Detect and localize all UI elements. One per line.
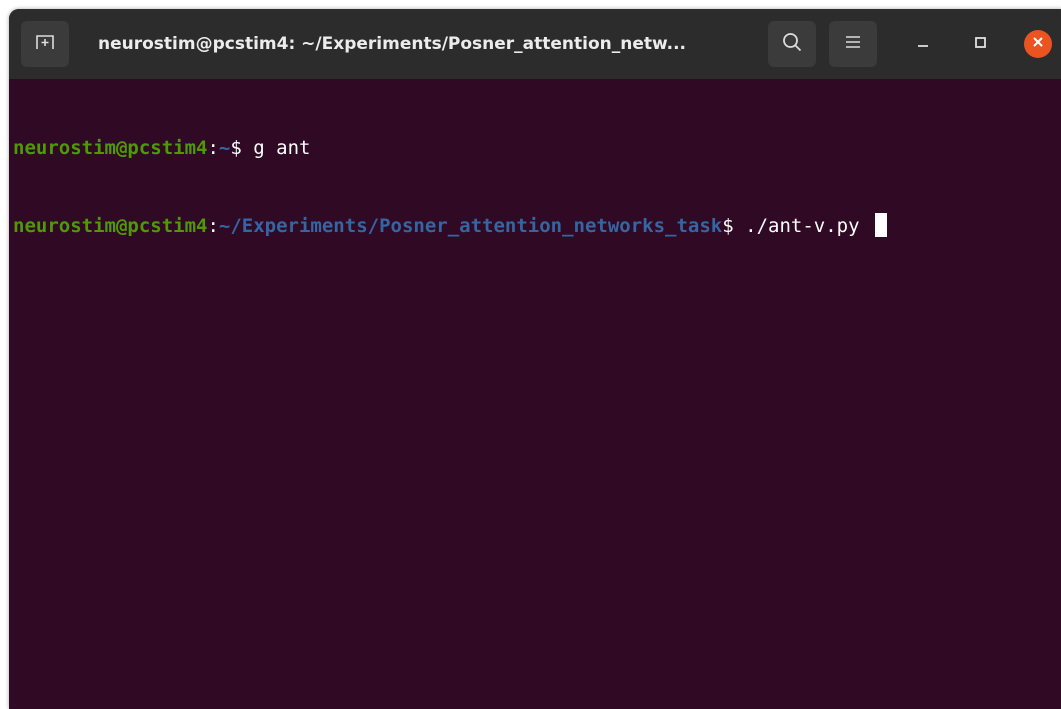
prompt-path: ~/Experiments/Posner_attention_networks_… bbox=[218, 215, 723, 237]
terminal-window: neurostim@pcstim4: ~/Experiments/Posner_… bbox=[9, 9, 1061, 709]
command-text: ./ant-v.py bbox=[745, 215, 871, 237]
prompt-separator: : bbox=[207, 137, 219, 159]
maximize-button[interactable] bbox=[966, 30, 994, 58]
window-title: neurostim@pcstim4: ~/Experiments/Posner_… bbox=[98, 34, 687, 54]
new-tab-button[interactable] bbox=[21, 21, 69, 67]
minimize-icon bbox=[916, 35, 930, 54]
terminal-output[interactable]: neurostim@pcstim4:~$ g ant neurostim@pcs… bbox=[9, 79, 1061, 709]
prompt-symbol: $ bbox=[722, 215, 746, 237]
terminal-line: neurostim@pcstim4:~$ g ant bbox=[13, 135, 1061, 161]
prompt-user-host: neurostim@pcstim4 bbox=[13, 137, 208, 159]
search-icon bbox=[781, 31, 803, 58]
hamburger-menu-icon bbox=[844, 34, 862, 55]
command-text: g ant bbox=[253, 137, 311, 159]
close-button[interactable] bbox=[1024, 30, 1052, 58]
prompt-path: ~ bbox=[218, 137, 231, 159]
maximize-icon bbox=[973, 35, 987, 54]
prompt-symbol: $ bbox=[230, 137, 254, 159]
text-cursor bbox=[874, 213, 887, 237]
minimize-button[interactable] bbox=[909, 30, 937, 58]
search-button[interactable] bbox=[768, 21, 816, 67]
prompt-separator: : bbox=[207, 215, 219, 237]
close-icon bbox=[1031, 35, 1045, 54]
menu-button[interactable] bbox=[829, 21, 877, 67]
new-tab-icon bbox=[34, 32, 56, 57]
title-bar: neurostim@pcstim4: ~/Experiments/Posner_… bbox=[9, 9, 1061, 79]
terminal-line: neurostim@pcstim4:~/Experiments/Posner_a… bbox=[13, 213, 1061, 239]
prompt-user-host: neurostim@pcstim4 bbox=[13, 215, 208, 237]
